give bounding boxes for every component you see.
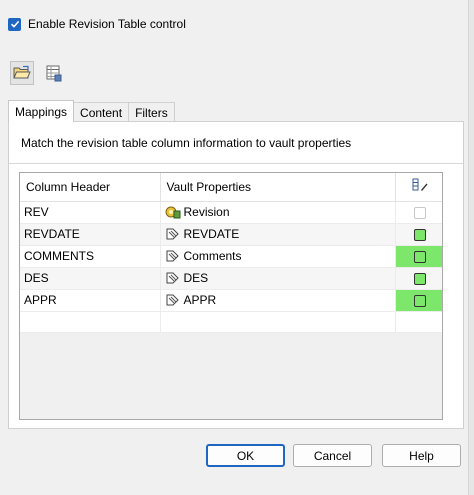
revision-property-icon — [165, 206, 180, 219]
vault-property-cell[interactable]: APPR — [160, 289, 396, 312]
mappings-description: Match the revision table column informat… — [21, 136, 352, 150]
column-header-cell[interactable]: COMMENTS — [20, 245, 161, 268]
vault-property-cell[interactable]: DES — [160, 267, 396, 290]
editable-checkbox[interactable] — [413, 294, 426, 307]
mappings-grid[interactable]: Column Header Vault Properties REV Revis… — [19, 172, 443, 420]
tab-filters[interactable]: Filters — [128, 102, 175, 122]
check-icon — [10, 20, 19, 28]
table-row[interactable]: APPR APPR — [20, 289, 442, 312]
table-row[interactable]: COMMENTS Comments — [20, 245, 442, 268]
user-property-icon — [166, 272, 179, 284]
table-settings-icon — [46, 65, 62, 82]
editable-column-icon — [412, 178, 427, 192]
enable-revision-table-checkbox[interactable] — [8, 17, 21, 31]
table-settings-button[interactable] — [42, 61, 66, 85]
editable-cell — [395, 201, 442, 224]
vault-property-cell[interactable]: Revision — [160, 201, 396, 224]
vault-property-cell[interactable]: Comments — [160, 245, 396, 268]
empty-table-row — [20, 311, 442, 333]
editable-cell[interactable] — [395, 289, 442, 312]
mappings-panel: Match the revision table column informat… — [8, 121, 464, 429]
editable-checkbox[interactable] — [413, 272, 426, 285]
table-row[interactable]: DES DES — [20, 267, 442, 290]
empty-cell — [20, 311, 161, 333]
vault-property-cell[interactable]: REVDATE — [160, 223, 396, 246]
column-header-cell[interactable]: DES — [20, 267, 161, 290]
editable-cell[interactable] — [395, 245, 442, 268]
table-row[interactable]: REVDATE REVDATE — [20, 223, 442, 246]
column-header-column[interactable]: Column Header — [20, 173, 161, 202]
vault-property-label: APPR — [183, 293, 217, 307]
column-header-cell[interactable]: REV — [20, 201, 161, 224]
folder-open-icon — [13, 65, 31, 79]
vault-property-label: REVDATE — [183, 227, 240, 241]
enable-revision-table-label: Enable Revision Table control — [28, 17, 186, 31]
divider — [9, 163, 463, 164]
vault-property-label: Revision — [183, 205, 230, 219]
editable-cell[interactable] — [395, 223, 442, 246]
column-header-cell[interactable]: APPR — [20, 289, 161, 312]
enable-revision-table-row[interactable]: Enable Revision Table control — [8, 15, 186, 33]
empty-cell — [395, 311, 442, 333]
vault-property-label: Comments — [183, 249, 242, 263]
tab-mappings[interactable]: Mappings — [8, 100, 75, 122]
column-header-cell[interactable]: REVDATE — [20, 223, 161, 246]
editable-column[interactable] — [395, 173, 442, 202]
tab-content[interactable]: Content — [73, 102, 130, 122]
user-property-icon — [166, 228, 179, 240]
cancel-button[interactable]: Cancel — [293, 444, 372, 467]
empty-cell — [160, 311, 396, 333]
editable-cell[interactable] — [395, 267, 442, 290]
editable-checkbox[interactable] — [413, 228, 426, 241]
window-edge — [468, 0, 474, 495]
user-property-icon — [166, 294, 179, 306]
vault-property-label: DES — [183, 271, 209, 285]
editable-checkbox[interactable] — [413, 250, 426, 263]
open-button[interactable] — [10, 61, 34, 85]
table-row[interactable]: REV Revision — [20, 201, 442, 224]
help-button[interactable]: Help — [382, 444, 461, 467]
editable-checkbox — [413, 206, 426, 219]
ok-button[interactable]: OK — [206, 444, 285, 467]
user-property-icon — [166, 250, 179, 262]
vault-properties-column[interactable]: Vault Properties — [160, 173, 396, 202]
tab-bar: Mappings Content Filters — [8, 100, 175, 122]
